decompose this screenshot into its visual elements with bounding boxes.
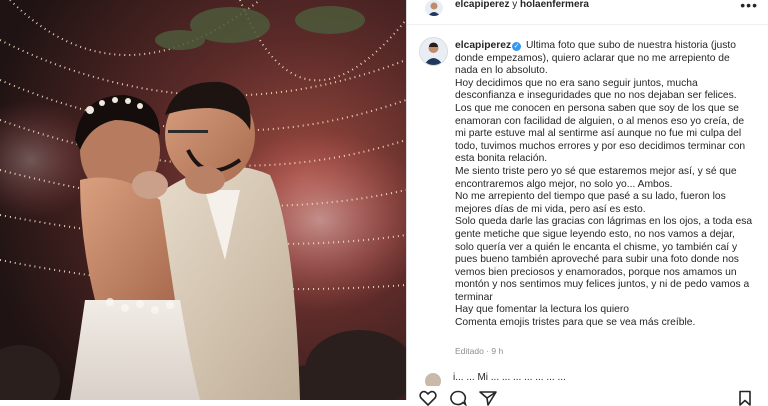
- comment-icon[interactable]: [449, 390, 467, 406]
- coauthor-username-link[interactable]: holaenfermera: [520, 0, 589, 10]
- divider: [407, 24, 768, 25]
- caption-paragraph: elcapiperez ✓ Ultima foto que subo de nue…: [455, 40, 755, 78]
- comment-text: i... ... Mi ... ... ... ... ... ... ...: [453, 372, 566, 383]
- more-horizontal-icon[interactable]: •••: [740, 0, 758, 13]
- caption-line: Hoy decidimos que no era sano seguir jun…: [455, 77, 746, 165]
- authors-connector: y: [509, 0, 521, 10]
- caption-username-link[interactable]: elcapiperez: [455, 40, 511, 51]
- caption-author-avatar[interactable]: [419, 37, 448, 66]
- author-username-link[interactable]: elcapiperez: [455, 0, 509, 10]
- caption-line: Me siento triste pero yo sé que estaremo…: [455, 165, 737, 190]
- post-header: elcapiperez y holaenfermera •••: [407, 0, 768, 18]
- caption-line: Solo queda darle las gracias con lágrima…: [455, 216, 753, 303]
- post-actions: [407, 390, 768, 406]
- avatar-image: [425, 0, 443, 16]
- bookmark-icon[interactable]: [737, 390, 753, 406]
- heart-icon[interactable]: [419, 390, 437, 406]
- post-meta: Editado · 9 h: [455, 346, 504, 356]
- share-icon[interactable]: [479, 390, 497, 406]
- caption-line: Comenta emojis tristes para que se vea m…: [455, 317, 696, 329]
- caption-line: Hay que fomentar la lectura los quiero: [455, 304, 629, 316]
- avatar-image: [420, 38, 447, 65]
- caption-line: No me arrepiento del tiempo que pasé a s…: [455, 191, 726, 215]
- wedding-photo: [0, 0, 406, 400]
- post-details-panel: elcapiperez y holaenfermera ••• elcapipe…: [406, 0, 768, 406]
- post-photo[interactable]: [0, 0, 406, 400]
- author-avatar[interactable]: [425, 0, 443, 16]
- commenter-avatar[interactable]: [425, 373, 441, 386]
- comment-row: i... ... Mi ... ... ... ... ... ... ...: [423, 372, 753, 386]
- verified-badge-icon: ✓: [512, 42, 522, 51]
- post-authors: elcapiperez y holaenfermera: [455, 0, 589, 10]
- post-caption: elcapiperez ✓ Ultima foto que subo de nue…: [455, 40, 755, 330]
